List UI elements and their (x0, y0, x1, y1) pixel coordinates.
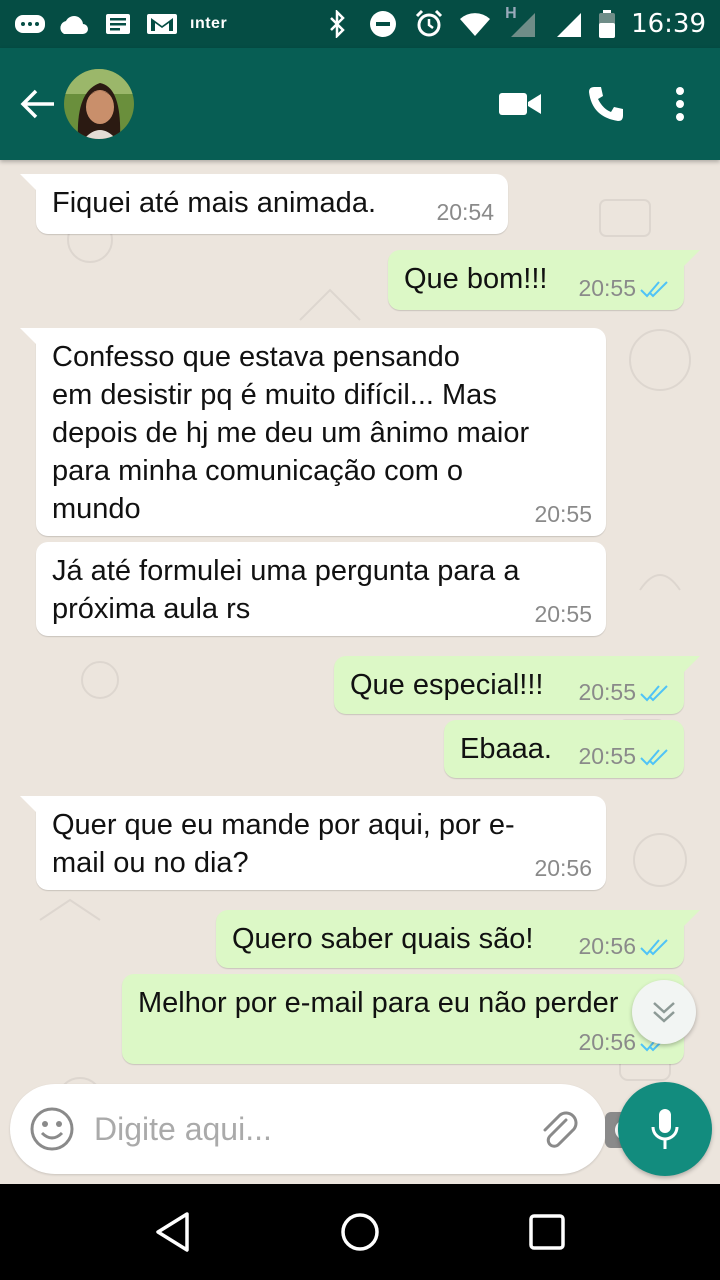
circle-home-icon (341, 1213, 379, 1251)
message-text: Confesso que estava pensando em desistir… (52, 341, 530, 525)
cloud-icon (58, 11, 90, 37)
message-list[interactable]: Fiquei até mais animada. 20:54 Que bom!!… (0, 160, 720, 1184)
chat-header (0, 48, 720, 160)
voice-call-button[interactable] (572, 70, 640, 138)
nav-back-button[interactable] (143, 1202, 203, 1262)
bluetooth-icon (321, 10, 353, 38)
carrier-label: ınter (190, 15, 228, 32)
nav-recents-button[interactable] (517, 1202, 577, 1262)
clock: 16:39 (631, 9, 706, 39)
message-bubble-outgoing[interactable]: Melhor por e-mail para eu não perder 20:… (122, 974, 684, 1064)
read-ticks-icon (640, 938, 668, 955)
signal-icon (551, 11, 583, 37)
paperclip-icon (543, 1111, 578, 1148)
gmail-icon (146, 11, 178, 37)
message-bubble-outgoing[interactable]: Que bom!!! 20:55 (388, 250, 700, 310)
do-not-disturb-icon (367, 11, 399, 37)
message-time: 20:56 (578, 1029, 636, 1055)
message-bubble-outgoing[interactable]: Quero saber quais são! 20:56 (216, 910, 700, 968)
square-recents-icon (528, 1214, 565, 1250)
read-ticks-icon (640, 684, 668, 701)
message-composer (10, 1084, 645, 1174)
system-navigation-bar (0, 1184, 720, 1280)
message-time: 20:55 (578, 275, 636, 301)
read-ticks-icon (640, 280, 668, 297)
voice-message-button[interactable] (618, 1082, 712, 1176)
message-text: Melhor por e-mail para eu não perder (138, 987, 619, 1019)
messaging-app-icon (14, 11, 46, 37)
message-bubble-incoming[interactable]: Já até formulei uma pergunta para a próx… (36, 542, 606, 636)
message-time: 20:56 (578, 933, 636, 959)
message-bubble-incoming[interactable]: Fiquei até mais animada. 20:54 (20, 174, 508, 234)
avatar[interactable] (64, 69, 134, 139)
wifi-icon (459, 11, 491, 37)
network-type-label: H (505, 5, 517, 22)
message-bubble-outgoing[interactable]: Ebaaa. 20:55 (444, 720, 684, 778)
more-vert-icon (676, 87, 684, 121)
phone-icon (589, 87, 623, 121)
message-bubble-incoming[interactable]: Quer que eu mande por aqui, por e- mail … (20, 796, 606, 890)
message-time: 20:54 (436, 199, 494, 225)
message-text: Quer que eu mande por aqui, por e- mail … (52, 809, 515, 879)
emoji-button[interactable] (28, 1105, 76, 1153)
attach-button[interactable] (536, 1105, 582, 1153)
double-chevron-down-icon (653, 1002, 675, 1023)
more-options-button[interactable] (658, 70, 702, 138)
message-time: 20:55 (578, 679, 636, 705)
video-call-button[interactable] (486, 70, 554, 138)
signal-h-icon: H (505, 5, 537, 37)
microphone-icon (651, 1109, 679, 1149)
message-time: 20:55 (578, 743, 636, 769)
back-button[interactable] (8, 74, 68, 134)
battery-icon (597, 10, 617, 38)
arrow-back-icon (20, 89, 54, 119)
scroll-to-bottom-button[interactable] (632, 980, 696, 1044)
message-text: Já até formulei uma pergunta para a próx… (52, 555, 520, 625)
smiley-icon (30, 1107, 74, 1151)
status-bar: ınter H 16:39 (0, 0, 720, 48)
message-time: 20:56 (534, 855, 592, 881)
message-bubble-incoming[interactable]: Confesso que estava pensando em desistir… (20, 328, 606, 536)
message-bubble-outgoing[interactable]: Que especial!!! 20:55 (334, 656, 700, 714)
alarm-icon (413, 9, 445, 37)
message-time: 20:55 (534, 601, 592, 627)
read-ticks-icon (640, 748, 668, 765)
video-camera-icon (499, 93, 541, 115)
message-input[interactable] (94, 1110, 514, 1148)
message-text: Fiquei até mais animada. (52, 187, 376, 219)
nav-home-button[interactable] (330, 1202, 390, 1262)
news-icon (102, 11, 134, 37)
message-time: 20:55 (534, 501, 592, 527)
triangle-back-icon (156, 1212, 190, 1252)
